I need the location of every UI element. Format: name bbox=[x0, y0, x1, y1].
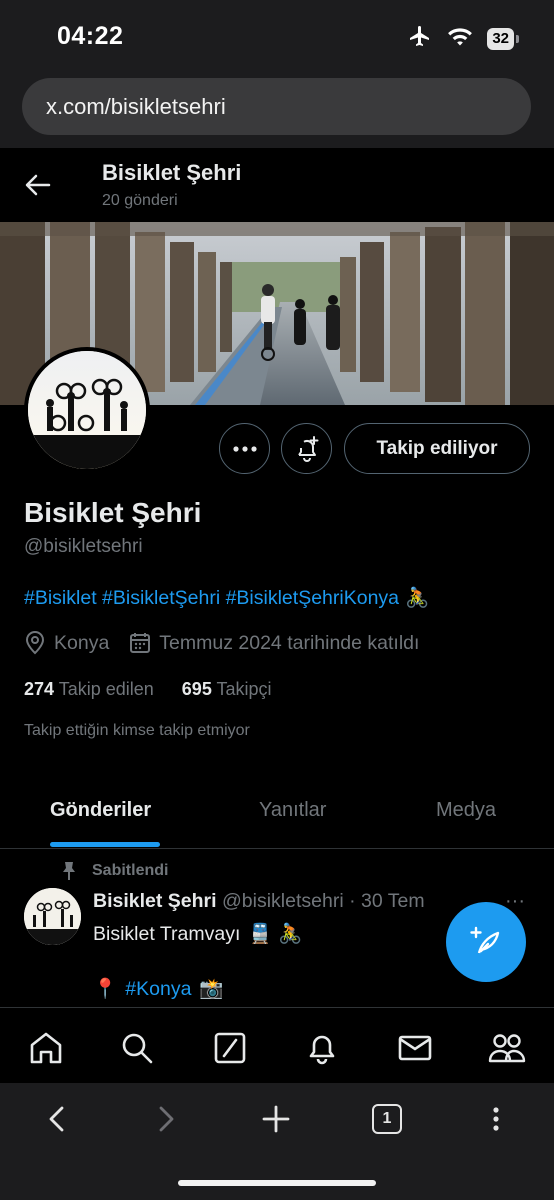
profile-meta: Konya Temmuz 2024 tarihinde katıldı bbox=[24, 631, 419, 655]
arrow-left-icon bbox=[25, 174, 51, 196]
bio-emoji: 🚴 bbox=[405, 587, 430, 609]
post-author[interactable]: Bisiklet Şehri bbox=[93, 890, 217, 912]
tab-indicator bbox=[50, 842, 160, 847]
nav-grok[interactable] bbox=[210, 1028, 250, 1068]
tab-switcher-button[interactable]: 1 bbox=[365, 1097, 409, 1141]
vertical-dots-icon bbox=[493, 1107, 499, 1131]
more-button[interactable] bbox=[219, 423, 270, 474]
browser-menu-button[interactable] bbox=[474, 1097, 518, 1141]
post-avatar[interactable] bbox=[24, 888, 81, 945]
post-text: Bisiklet Tramvayı 🚆 🚴 bbox=[93, 922, 302, 946]
following-button[interactable]: Takip ediliyor bbox=[344, 423, 530, 474]
profile-handle: @bisikletsehri bbox=[24, 536, 143, 557]
home-icon bbox=[30, 1032, 62, 1064]
followers-note[interactable]: Takip ettiğin kimse takip etmiyor bbox=[24, 722, 250, 740]
status-icons: 32 bbox=[407, 24, 519, 53]
bottom-nav bbox=[0, 1007, 554, 1083]
post-text-body: Bisiklet Tramvayı bbox=[93, 922, 241, 945]
back-button[interactable] bbox=[22, 170, 54, 200]
tab-replies[interactable]: Yanıtlar bbox=[259, 799, 326, 822]
feather-plus-icon bbox=[470, 926, 500, 954]
followers-label: Takipçi bbox=[216, 679, 272, 699]
post-meta: @bisikletsehri · 30 Tem bbox=[221, 890, 425, 912]
profile-header: Bisiklet Şehri 20 gönderi bbox=[0, 148, 554, 222]
browser-back-button[interactable] bbox=[35, 1097, 79, 1141]
nav-notifications[interactable] bbox=[302, 1028, 342, 1068]
grok-icon bbox=[214, 1032, 246, 1064]
following-stat[interactable]: 274 Takip edilen bbox=[24, 679, 154, 700]
profile-name: Bisiklet Şehri bbox=[24, 497, 202, 528]
chevron-right-icon bbox=[159, 1106, 174, 1132]
joined-text: Temmuz 2024 tarihinde katıldı bbox=[159, 631, 420, 654]
url-text: x.com/bisikletsehri bbox=[46, 94, 226, 119]
nav-search[interactable] bbox=[117, 1028, 157, 1068]
plus-icon bbox=[262, 1105, 290, 1133]
status-bar: 04:22 32 bbox=[0, 0, 554, 70]
calendar-icon bbox=[130, 633, 151, 653]
camera-emoji: 📸 bbox=[199, 978, 224, 1000]
bell-plus-icon bbox=[297, 435, 318, 462]
browser-toolbar: 1 bbox=[0, 1083, 554, 1200]
following-count: 274 bbox=[24, 679, 55, 699]
pin-icon bbox=[63, 862, 75, 880]
airplane-icon bbox=[407, 24, 433, 53]
post-hashtag[interactable]: #Konya bbox=[125, 978, 191, 1001]
header-title: Bisiklet Şehri bbox=[102, 160, 242, 185]
compose-button[interactable] bbox=[446, 902, 526, 982]
notify-button[interactable] bbox=[281, 423, 332, 474]
pinned-label: Sabitlendi bbox=[60, 861, 168, 881]
bio-hashtags[interactable]: #Bisiklet #BisikletŞehri #BisikletŞehriK… bbox=[24, 587, 399, 610]
bell-icon bbox=[309, 1035, 335, 1065]
battery-indicator: 32 bbox=[487, 27, 519, 50]
tab-count: 1 bbox=[372, 1104, 402, 1134]
location-item: Konya bbox=[24, 631, 109, 655]
followers-stat[interactable]: 695 Takipçi bbox=[182, 679, 272, 700]
nav-messages[interactable] bbox=[395, 1028, 435, 1068]
post-count: 20 gönderi bbox=[102, 192, 178, 209]
following-label: Takip edilen bbox=[58, 679, 154, 699]
location-text: Konya bbox=[54, 631, 110, 654]
status-time: 04:22 bbox=[57, 22, 124, 50]
joined-item: Temmuz 2024 tarihinde katıldı bbox=[129, 632, 419, 655]
post-emoji: 🚆 🚴 bbox=[248, 923, 303, 945]
chevron-left-icon bbox=[49, 1106, 64, 1132]
home-indicator bbox=[178, 1180, 376, 1186]
tab-media[interactable]: Medya bbox=[436, 799, 496, 822]
pinned-text: Sabitlendi bbox=[92, 862, 169, 879]
mail-icon bbox=[398, 1035, 432, 1061]
post-header: Bisiklet Şehri @bisikletsehri · 30 Tem bbox=[93, 890, 493, 913]
location-pin-icon bbox=[25, 631, 45, 655]
nav-communities[interactable] bbox=[487, 1028, 527, 1068]
nav-home[interactable] bbox=[26, 1028, 66, 1068]
wifi-icon bbox=[447, 25, 473, 52]
profile-bio: #Bisiklet #BisikletŞehri #BisikletŞehriK… bbox=[24, 586, 429, 610]
profile-tabs: Gönderiler Yanıtlar Medya bbox=[0, 780, 554, 849]
communities-icon bbox=[488, 1034, 526, 1063]
profile-avatar[interactable] bbox=[24, 347, 150, 473]
browser-forward-button[interactable] bbox=[144, 1097, 188, 1141]
search-icon bbox=[122, 1033, 153, 1064]
new-tab-button[interactable] bbox=[254, 1097, 298, 1141]
tab-posts[interactable]: Gönderiler bbox=[50, 799, 151, 822]
browser-url-area: x.com/bisikletsehri bbox=[0, 70, 554, 148]
more-icon bbox=[232, 445, 257, 452]
post-line-2: 📍 #Konya 📸 bbox=[93, 977, 224, 1001]
followers-count: 695 bbox=[181, 679, 212, 699]
url-bar[interactable]: x.com/bisikletsehri bbox=[22, 78, 531, 135]
follow-stats: 274 Takip edilen 695 Takipçi bbox=[24, 679, 272, 700]
pin-emoji: 📍 bbox=[93, 978, 118, 1000]
